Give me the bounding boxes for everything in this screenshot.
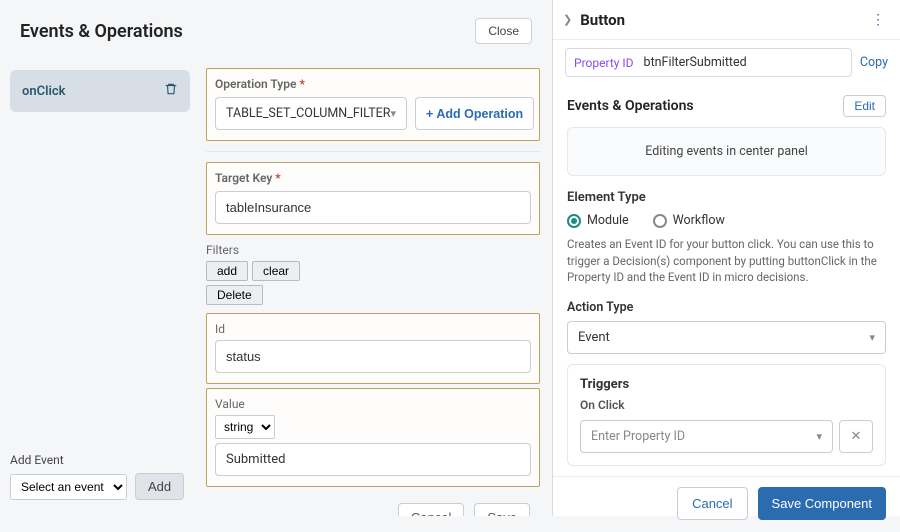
evops-section-title: Events & Operations — [567, 98, 694, 114]
radio-workflow-label: Workflow — [673, 213, 725, 228]
collapse-icon[interactable]: ❯ — [559, 9, 576, 30]
edit-button[interactable]: Edit — [843, 95, 886, 117]
operation-type-value: TABLE_SET_COLUMN_FILTER — [226, 106, 390, 121]
event-item-label: onClick — [22, 84, 66, 99]
page-title: Events & Operations — [20, 21, 183, 42]
trigger-placeholder: Enter Property ID — [591, 429, 685, 444]
filter-delete-button[interactable]: Delete — [206, 285, 263, 305]
trash-icon[interactable] — [164, 82, 178, 100]
add-event-button[interactable]: Add — [135, 473, 184, 500]
add-operation-button[interactable]: + Add Operation — [415, 97, 534, 130]
action-type-label: Action Type — [567, 300, 886, 315]
operation-type-select[interactable]: TABLE_SET_COLUMN_FILTER ▾ — [215, 97, 407, 130]
divider — [206, 151, 540, 152]
value-input[interactable]: Submitted — [215, 443, 531, 476]
element-type-title: Element Type — [567, 190, 886, 205]
event-item-onclick[interactable]: onClick — [10, 70, 190, 112]
filter-value-group: Value string Submitted — [206, 388, 540, 487]
action-type-value: Event — [578, 330, 610, 345]
target-key-label: Target Key * — [215, 171, 531, 185]
cancel-button[interactable]: Cancel — [677, 487, 747, 520]
triggers-section: Triggers On Click Enter Property ID ▾ ✕ — [567, 364, 886, 466]
value-type-select[interactable]: string — [215, 415, 275, 439]
radio-unchecked-icon — [653, 214, 667, 228]
trigger-property-select[interactable]: Enter Property ID ▾ — [580, 420, 833, 453]
radio-checked-icon — [567, 214, 581, 228]
editing-info-banner: Editing events in center panel — [567, 127, 886, 176]
radio-workflow[interactable]: Workflow — [653, 213, 725, 228]
property-id-label: Property ID — [574, 56, 634, 70]
chevron-down-icon: ▾ — [869, 331, 875, 344]
copy-link[interactable]: Copy — [860, 55, 888, 70]
filters-label: Filters — [206, 243, 540, 257]
events-column: onClick Add Event Select an event Add — [0, 58, 200, 516]
more-menu-icon[interactable]: ⋮ — [869, 10, 888, 30]
filter-add-button[interactable]: add — [206, 261, 248, 281]
property-id-box: Property ID btnFilterSubmitted — [565, 48, 852, 77]
operation-type-label: Operation Type * — [215, 77, 531, 91]
id-input[interactable] — [215, 340, 531, 373]
filter-id-group: Id — [206, 313, 540, 384]
property-id-value[interactable]: btnFilterSubmitted — [644, 55, 747, 70]
inspector-title: Button — [580, 11, 625, 29]
triggers-title: Triggers — [580, 377, 873, 392]
operations-column: Operation Type * TABLE_SET_COLUMN_FILTER… — [200, 58, 552, 516]
target-key-input[interactable] — [215, 191, 531, 224]
button-inspector-panel: ❯ Button ⋮ Property ID btnFilterSubmitte… — [553, 0, 900, 516]
add-event-select[interactable]: Select an event — [10, 474, 127, 500]
element-type-description: Creates an Event ID for your button clic… — [567, 236, 886, 286]
radio-module-label: Module — [587, 213, 629, 228]
ops-save-button[interactable]: Save — [474, 503, 530, 516]
radio-module[interactable]: Module — [567, 213, 629, 228]
close-button[interactable]: Close — [475, 18, 532, 44]
action-type-select[interactable]: Event ▾ — [567, 321, 886, 354]
trigger-remove-button[interactable]: ✕ — [839, 420, 873, 453]
operation-type-group: Operation Type * TABLE_SET_COLUMN_FILTER… — [206, 68, 540, 141]
target-key-group: Target Key * — [206, 162, 540, 235]
chevron-down-icon: ▾ — [816, 430, 822, 443]
save-component-button[interactable]: Save Component — [758, 487, 886, 520]
filter-clear-button[interactable]: clear — [252, 261, 300, 281]
events-operations-panel: Events & Operations Close onClick Add Ev… — [0, 0, 553, 516]
value-label: Value — [215, 397, 531, 411]
ops-cancel-button[interactable]: Cancel — [398, 503, 464, 516]
trigger-onclick-label: On Click — [580, 398, 873, 412]
chevron-down-icon: ▾ — [390, 107, 396, 120]
filters-section: Filters add clear Delete — [206, 243, 540, 305]
id-label: Id — [215, 322, 531, 336]
add-event-label: Add Event — [10, 453, 190, 467]
